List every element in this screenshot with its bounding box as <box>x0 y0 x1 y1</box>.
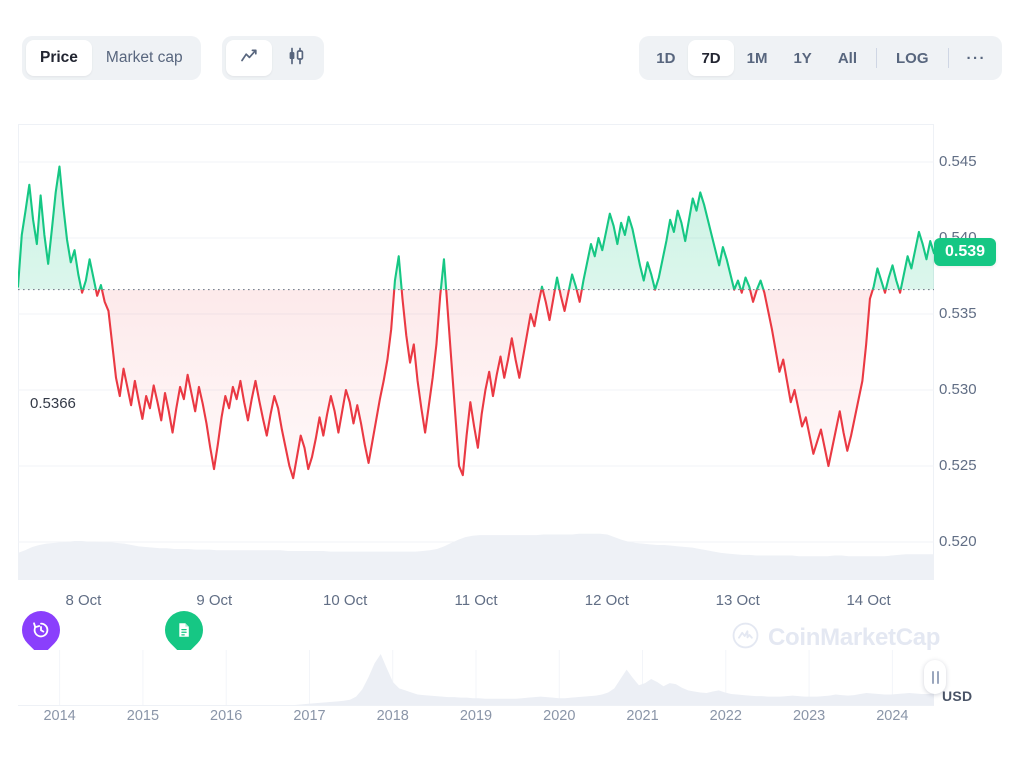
log-scale-button[interactable]: LOG <box>883 40 942 76</box>
grip-line <box>936 670 939 684</box>
y-axis-tick: 0.530 <box>939 381 977 398</box>
line-chart-button[interactable] <box>226 40 272 76</box>
price-chart-svg <box>18 124 934 580</box>
line-chart-icon <box>239 46 259 71</box>
minimap-resize-handle[interactable] <box>924 660 946 694</box>
candlestick-chart-button[interactable] <box>272 40 320 76</box>
minimap-year-tick: 2022 <box>709 708 742 724</box>
minimap-year-tick: 2023 <box>792 708 826 724</box>
reference-price-label: 0.5366 <box>27 393 79 413</box>
range-all[interactable]: All <box>825 40 870 76</box>
x-axis-tick: 12 Oct <box>584 592 629 609</box>
minimap-year-tick: 2021 <box>626 708 659 724</box>
tab-price[interactable]: Price <box>26 40 92 76</box>
minimap-year-tick: 2016 <box>210 708 243 724</box>
chart-type-group <box>222 36 324 80</box>
price-chart-area[interactable]: 0.5366 CoinMarketCap <box>18 124 940 651</box>
y-axis-tick: 0.520 <box>939 533 977 550</box>
range-7d[interactable]: 7D <box>688 40 734 76</box>
document-icon <box>179 623 189 637</box>
x-axis: 8 Oct 9 Oct 10 Oct 11 Oct 12 Oct 13 Oct 14 Oct <box>0 592 1024 616</box>
candlestick-chart-icon <box>285 46 307 71</box>
y-axis: 0.5450.5400.5350.5300.5250.520 0.539 USD <box>934 124 1024 704</box>
time-range-group: 1D 7D 1M 1Y All LOG ··· <box>639 36 1002 80</box>
divider <box>947 48 949 68</box>
watermark-text: CoinMarketCap <box>768 624 941 651</box>
price-chart-page: Price Market cap 1D 7D 1M 1Y All LOG ···… <box>0 0 1024 763</box>
chart-toolbar: Price Market cap 1D 7D 1M 1Y All LOG ··· <box>0 36 1024 84</box>
minimap-year-axis: 2014 2015 2016 2017 2018 2019 2020 2021 2022 2023… <box>0 708 1024 732</box>
x-axis-tick: 8 Oct <box>65 592 102 609</box>
minimap-year-tick: 2015 <box>126 708 160 724</box>
range-1y[interactable]: 1Y <box>780 40 824 76</box>
x-axis-tick: 11 Oct <box>454 592 498 609</box>
minimap-year-tick: 2019 <box>459 708 493 724</box>
range-1m[interactable]: 1M <box>734 40 781 76</box>
divider <box>876 48 877 68</box>
current-price-badge: 0.539 <box>934 238 997 267</box>
chart-minimap[interactable] <box>18 650 946 706</box>
x-axis-tick: 14 Oct <box>846 592 891 609</box>
currency-label: USD <box>942 688 973 704</box>
minimap-year-tick: 2018 <box>376 708 409 724</box>
minimap-svg <box>18 650 934 706</box>
minimap-year-tick: 2024 <box>876 708 909 724</box>
minimap-year-tick: 2017 <box>293 708 326 724</box>
grip-line <box>931 670 934 684</box>
clock-history-icon <box>33 622 49 638</box>
tab-market-cap[interactable]: Market cap <box>92 40 197 76</box>
range-1d[interactable]: 1D <box>643 40 688 76</box>
metric-tab-group: Price Market cap <box>22 36 201 80</box>
y-axis-tick: 0.535 <box>939 305 977 322</box>
x-axis-tick: 13 Oct <box>715 592 760 609</box>
more-options-button[interactable]: ··· <box>955 40 999 76</box>
y-axis-tick: 0.545 <box>939 153 977 170</box>
minimap-year-tick: 2014 <box>43 708 76 724</box>
y-axis-tick: 0.525 <box>939 457 977 474</box>
x-axis-tick: 10 Oct <box>323 592 368 609</box>
minimap-year-tick: 2020 <box>543 708 576 724</box>
x-axis-tick: 9 Oct <box>196 592 233 609</box>
